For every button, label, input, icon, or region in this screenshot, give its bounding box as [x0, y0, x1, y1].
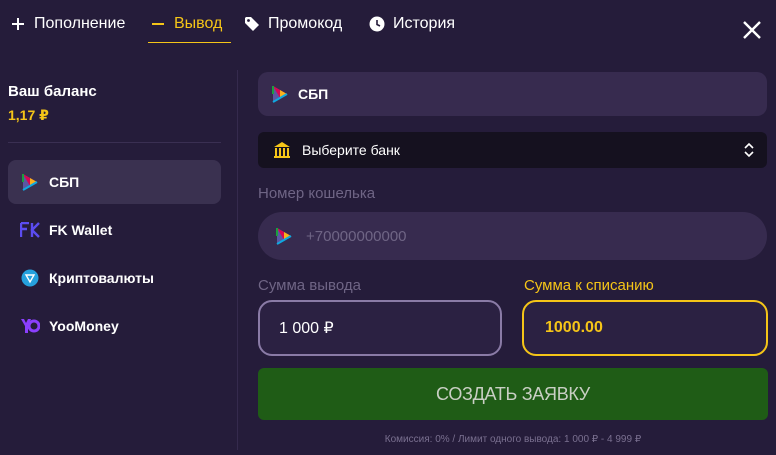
method-sbp-label: СБП: [49, 174, 80, 190]
tab-bar: Пополнение Вывод Промокод История: [0, 0, 776, 46]
wallet-input[interactable]: +70000000000: [258, 212, 767, 260]
vertical-divider: [237, 70, 238, 450]
bank-icon: [272, 140, 292, 160]
wallet-placeholder: +70000000000: [306, 227, 407, 245]
tab-withdraw-label: Вывод: [174, 15, 223, 32]
wallet-label: Номер кошелька: [258, 185, 376, 202]
sbp-icon: [20, 172, 40, 192]
minus-icon: [150, 16, 166, 32]
method-crypto[interactable]: Криптовалюты: [8, 256, 221, 300]
balance-value: 1,17 ₽: [8, 107, 49, 123]
tab-withdraw[interactable]: Вывод: [150, 12, 222, 36]
tab-deposit[interactable]: Пополнение: [10, 12, 125, 36]
chevron-updown-icon: [743, 141, 755, 159]
debit-amount-field: 1000.00: [522, 300, 768, 356]
tab-history[interactable]: История: [369, 12, 455, 36]
debit-label: Сумма к списанию: [524, 277, 654, 294]
yoomoney-icon: [20, 316, 40, 336]
close-icon[interactable]: [742, 20, 762, 40]
method-crypto-label: Криптовалюты: [49, 270, 154, 286]
clock-icon: [369, 16, 385, 32]
balance-label: Ваш баланс: [8, 83, 97, 100]
create-request-button[interactable]: СОЗДАТЬ ЗАЯВКУ: [258, 368, 768, 420]
sbp-icon: [274, 226, 294, 246]
bank-select-placeholder: Выберите банк: [302, 142, 400, 158]
method-yoomoney[interactable]: YooMoney: [8, 304, 221, 348]
amount-input[interactable]: 1 000 ₽: [258, 300, 502, 356]
selected-method-field: СБП: [258, 72, 767, 116]
tab-promocode-label: Промокод: [268, 15, 343, 32]
selected-method-label: СБП: [298, 86, 329, 102]
commission-footnote: Комиссия: 0% / Лимит одного вывода: 1 00…: [384, 434, 642, 445]
bank-select[interactable]: Выберите банк: [258, 132, 767, 168]
method-fk-wallet-label: FK Wallet: [49, 222, 113, 238]
active-tab-underline: [148, 42, 231, 43]
method-sbp[interactable]: СБП: [8, 160, 221, 204]
method-yoomoney-label: YooMoney: [49, 318, 119, 334]
sidebar-divider: [8, 142, 221, 143]
tag-icon: [244, 16, 260, 32]
amount-label: Сумма вывода: [258, 277, 361, 294]
fk-wallet-icon: [20, 220, 40, 240]
crypto-icon: [20, 268, 40, 288]
plus-icon: [10, 16, 26, 32]
method-fk-wallet[interactable]: FK Wallet: [8, 208, 221, 252]
sbp-icon: [270, 84, 290, 104]
tab-history-label: История: [393, 15, 456, 32]
tab-promocode[interactable]: Промокод: [244, 12, 342, 36]
tab-deposit-label: Пополнение: [34, 15, 126, 32]
